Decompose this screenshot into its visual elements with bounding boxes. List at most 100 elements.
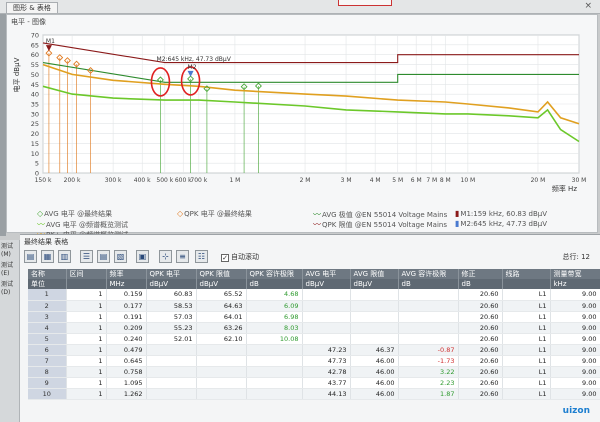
table-row[interactable]: 8 1 0.758 42.78 46.00 3.22 20.60 L1 9.00 xyxy=(28,366,600,378)
y-tick-label: 55 xyxy=(31,61,39,69)
column-header[interactable]: 名称 xyxy=(28,269,67,279)
table-row[interactable]: 6 1 0.479 47.23 46.37 -0.87 20.60 L1 9.00 xyxy=(28,344,600,356)
table-cell: L1 xyxy=(502,300,551,312)
table-cell: L1 xyxy=(502,311,551,323)
unit-cell: dB xyxy=(246,279,303,289)
table-row[interactable]: 10 1 1.262 44.13 46.00 1.87 20.60 L1 9.00 xyxy=(28,388,600,400)
x-tick-label: 6 M xyxy=(411,177,422,184)
table-row[interactable]: 2 1 0.177 58.53 64.63 6.09 20.60 L1 9.00 xyxy=(28,300,600,312)
table-cell: 0.758 xyxy=(106,366,147,378)
table-cell: 46.00 xyxy=(350,366,399,378)
table-cell: 1 xyxy=(66,344,107,356)
column-header[interactable]: 线路 xyxy=(502,269,551,279)
table-cell xyxy=(196,388,247,400)
table-row[interactable]: 9 1 1.095 43.77 46.00 2.23 20.60 L1 9.00 xyxy=(28,377,600,389)
columns-icon[interactable]: ▥ xyxy=(58,250,71,263)
window-title-bar: 图形 & 表格 × xyxy=(0,0,600,14)
y-tick-label: 25 xyxy=(31,120,39,128)
x-tick-label: 4 M xyxy=(370,177,381,184)
table-row[interactable]: 1 1 0.159 60.83 65.52 4.68 20.60 L1 9.00 xyxy=(28,289,600,301)
row-count: 总行: 12 xyxy=(562,253,591,261)
table-cell: L1 xyxy=(502,366,551,378)
autoscroll-checkbox[interactable]: ✓ 自动滚动 xyxy=(221,252,259,262)
column-header[interactable]: 修正 xyxy=(458,269,503,279)
table-cell: 1 xyxy=(66,311,107,323)
rows-icon[interactable]: ☰ xyxy=(80,250,93,263)
table-cell xyxy=(350,333,399,345)
tab-graph-table[interactable]: 图形 & 表格 xyxy=(6,2,58,13)
column-header[interactable]: QPK 容许极限 xyxy=(246,269,303,279)
table-cell: 52.01 xyxy=(146,333,197,345)
table-view-icon[interactable]: ▤ xyxy=(24,250,37,263)
select-icon[interactable]: ▣ xyxy=(136,250,149,263)
table-cell: 1.262 xyxy=(106,388,147,400)
y-axis-label: 电平 dBμV xyxy=(12,57,21,92)
check-icon: ✓ xyxy=(221,254,229,262)
table-cell: 0.191 xyxy=(106,311,147,323)
table-cell: 3.22 xyxy=(398,366,459,378)
column-header[interactable]: AVG 限值 xyxy=(350,269,399,279)
unit-cell: dBμV xyxy=(350,279,399,289)
table-cell xyxy=(246,344,303,356)
y-tick-label: 30 xyxy=(31,110,39,118)
table-cell xyxy=(146,355,197,367)
y-tick-label: 65 xyxy=(31,41,39,49)
table-cell: 46.00 xyxy=(350,355,399,367)
table-cell: 8 xyxy=(28,366,67,378)
table-row[interactable]: 5 1 0.240 52.01 62.10 10.08 20.60 L1 9.00 xyxy=(28,333,600,345)
column-header[interactable]: 测量带宽 xyxy=(550,269,600,279)
column-header[interactable]: 区间 xyxy=(66,269,107,279)
table-cell: 6.98 xyxy=(246,311,303,323)
table-row[interactable]: 3 1 0.191 57.03 64.01 6.98 20.60 L1 9.00 xyxy=(28,311,600,323)
y-tick-label: 50 xyxy=(31,71,39,79)
unit-cell: 单位 xyxy=(28,279,67,289)
x-tick-label: 10 M xyxy=(461,177,476,184)
x-tick-label: 500 k xyxy=(156,177,173,184)
marker-icon[interactable]: ⊹ xyxy=(159,250,172,263)
y-tick-label: 15 xyxy=(31,140,39,148)
table-cell: 6.09 xyxy=(246,300,303,312)
table-cell xyxy=(302,322,351,334)
table-cell: 6 xyxy=(28,344,67,356)
x-tick-label: 300 k xyxy=(105,177,122,184)
y-tick-label: 35 xyxy=(31,101,39,109)
filter-icon[interactable]: ☷ xyxy=(195,250,208,263)
table-cell: 9.00 xyxy=(550,322,600,334)
column-header[interactable]: QPK 电平 xyxy=(146,269,197,279)
side-label-1[interactable]: 测试(M) xyxy=(0,243,19,259)
legend-avg-final: ◇AVG 电平 @最终结果 xyxy=(37,209,113,218)
table-cell: 62.10 xyxy=(196,333,247,345)
table-cell: L1 xyxy=(502,355,551,367)
x-tick-label: 1 M xyxy=(229,177,240,184)
table-cell: 9.00 xyxy=(550,300,600,312)
table-row[interactable]: 4 1 0.209 55.23 63.26 8.03 20.60 L1 9.00 xyxy=(28,322,600,334)
y-tick-label: 10 xyxy=(31,150,39,158)
export-icon[interactable]: ▧ xyxy=(114,250,127,263)
table-cell: 57.03 xyxy=(146,311,197,323)
table-cell: 9.00 xyxy=(550,289,600,301)
table-cell: -0.87 xyxy=(398,344,459,356)
table-cell: 5 xyxy=(28,333,67,345)
list-icon[interactable]: ▤ xyxy=(97,250,110,263)
column-header[interactable]: QPK 限值 xyxy=(196,269,247,279)
table-cell: 46.00 xyxy=(350,377,399,389)
side-label-3[interactable]: 测试(D) xyxy=(0,281,19,297)
table-cell: 42.78 xyxy=(302,366,351,378)
table-cell: L1 xyxy=(502,344,551,356)
grid-view-icon[interactable]: ▦ xyxy=(41,250,54,263)
table-cell: 0.240 xyxy=(106,333,147,345)
column-header[interactable]: 频率 xyxy=(106,269,147,279)
table-cell: 64.63 xyxy=(196,300,247,312)
sort-icon[interactable]: ≡ xyxy=(176,250,189,263)
table-cell: 1 xyxy=(66,377,107,389)
column-header[interactable]: AVG 容许极限 xyxy=(398,269,459,279)
table-cell xyxy=(196,344,247,356)
column-header[interactable]: AVG 电平 xyxy=(302,269,351,279)
close-icon[interactable]: × xyxy=(584,1,592,11)
side-label-2[interactable]: 测试(E) xyxy=(0,262,19,278)
table-cell: 64.01 xyxy=(196,311,247,323)
table-row[interactable]: 7 1 0.645 47.73 46.00 -1.73 20.60 L1 9.00 xyxy=(28,355,600,367)
table-cell: 1 xyxy=(66,333,107,345)
table-cell: 1.095 xyxy=(106,377,147,389)
x-tick-label: 8 M xyxy=(440,177,451,184)
